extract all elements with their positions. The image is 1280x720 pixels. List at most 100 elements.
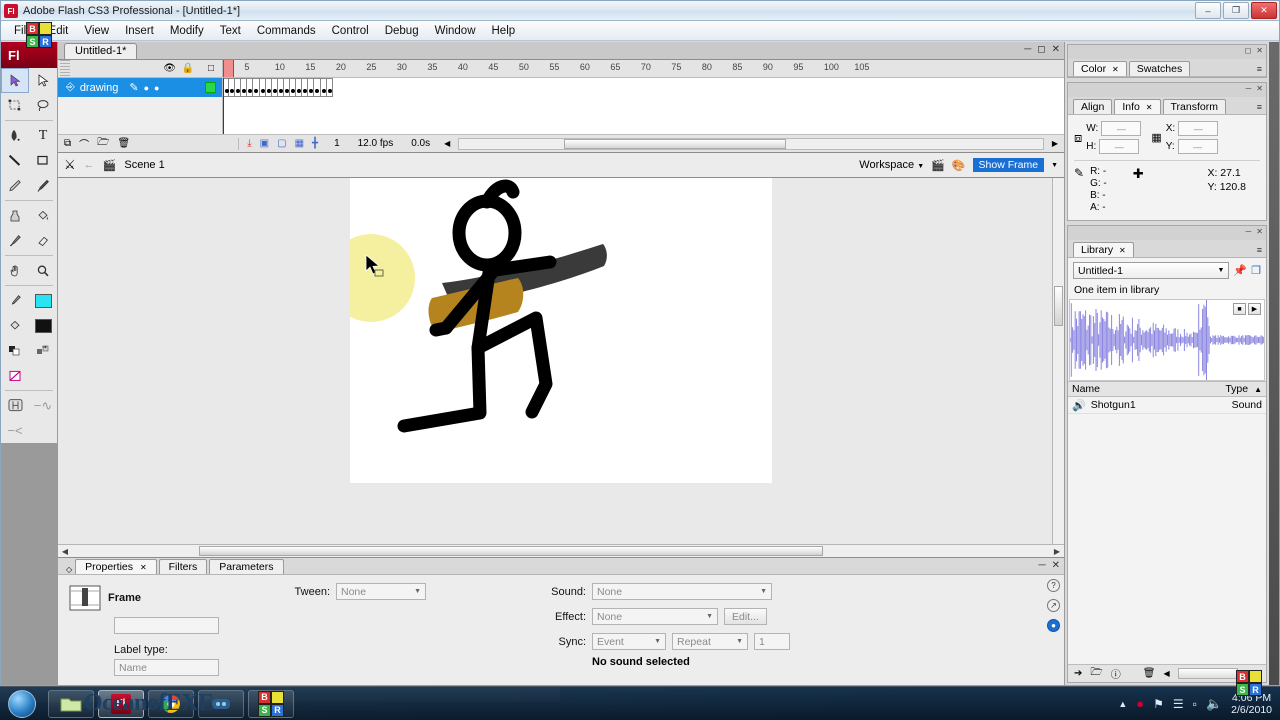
menu-view[interactable]: View	[77, 23, 116, 39]
playhead[interactable]	[223, 60, 234, 77]
timeline-scroll-right-arrow[interactable]: ▶	[1052, 139, 1058, 148]
library-horizontal-scrollbar[interactable]	[1177, 668, 1238, 679]
paint-bucket-tool[interactable]	[29, 203, 57, 228]
zoom-level-select[interactable]: Show Frame	[972, 158, 1045, 172]
pencil-tool[interactable]	[1, 173, 29, 198]
loop-count-input[interactable]: 1	[754, 633, 790, 650]
info-panel-minimize-icon[interactable]: ─	[1246, 84, 1252, 93]
outline-icon[interactable]: □	[208, 63, 214, 74]
lasso-tool[interactable]	[29, 93, 57, 118]
menu-help[interactable]: Help	[485, 23, 523, 39]
delete-icon[interactable]: 🗑	[1143, 668, 1156, 679]
title-bar[interactable]: Fl Adobe Flash CS3 Professional - [Untit…	[1, 1, 1279, 21]
accessibility-icon[interactable]: ●	[1047, 619, 1060, 632]
fps-indicator[interactable]: 12.0 fps	[358, 138, 394, 149]
width-value[interactable]: —	[1101, 121, 1142, 136]
stage-hscroll-right-arrow[interactable]: ▶	[1051, 546, 1063, 556]
sync-select[interactable]: Event ▼	[592, 633, 666, 650]
eyedropper-tool[interactable]	[1, 228, 29, 253]
properties-close-icon[interactable]: ✕	[1052, 560, 1060, 571]
lock-icon[interactable]: 🔒	[182, 63, 194, 74]
layer-outline-color[interactable]	[205, 82, 216, 93]
stage-area[interactable]	[58, 178, 1064, 544]
smooth-option[interactable]: −∿	[29, 393, 57, 418]
frame-grid[interactable]	[223, 78, 1064, 134]
edit-scene-icon[interactable]: ⚔	[64, 157, 76, 173]
network-icon[interactable]: ⚑	[1153, 697, 1164, 711]
edit-multiple-frames-icon[interactable]: ▦	[295, 138, 304, 149]
eraser-tool[interactable]	[29, 228, 57, 253]
layer-lock-dot[interactable]: ●	[154, 83, 159, 93]
timeline-minimize-icon[interactable]: ─	[1024, 44, 1031, 55]
info-panel-menu-icon[interactable]: ≡	[1257, 102, 1262, 112]
new-folder-icon[interactable]: 🗁	[1090, 665, 1102, 682]
document-tab[interactable]: Untitled-1*	[64, 43, 138, 59]
height-value[interactable]: —	[1099, 139, 1140, 154]
tab-parameters[interactable]: Parameters	[209, 559, 284, 574]
show-hidden-icons-icon[interactable]: ▲	[1118, 699, 1127, 709]
frame-name-input[interactable]	[114, 617, 219, 634]
tab-filters[interactable]: Filters	[158, 559, 208, 574]
line-tool[interactable]	[1, 148, 29, 173]
brush-tool[interactable]	[29, 173, 57, 198]
signal-icon[interactable]: ☰	[1173, 697, 1184, 711]
collapsed-panel-edge[interactable]	[1269, 42, 1279, 685]
tab-color[interactable]: Color ✕	[1073, 61, 1127, 76]
timeline-close-icon[interactable]: ✕	[1052, 44, 1060, 55]
menu-text[interactable]: Text	[213, 23, 248, 39]
library-close-icon[interactable]: ✕	[1256, 227, 1263, 236]
pin-library-icon[interactable]: 📌	[1233, 264, 1247, 277]
registration-grid-icon[interactable]: ▦	[1151, 131, 1161, 144]
edit-symbols-icon[interactable]: 🎨	[952, 159, 966, 172]
library-document-select[interactable]: Untitled-1 ▼	[1073, 262, 1230, 279]
tab-align[interactable]: Align	[1073, 99, 1113, 114]
minimize-button[interactable]: –	[1195, 2, 1221, 19]
stage-horizontal-scrollbar[interactable]: ◀ ▶	[58, 544, 1064, 557]
workspace-menu[interactable]: Workspace ▼	[859, 159, 924, 171]
bsr-overlay-tray[interactable]: B S R	[1236, 670, 1262, 696]
new-symbol-icon[interactable]: ➔	[1074, 668, 1082, 679]
layer-visibility-dot[interactable]: ●	[144, 83, 149, 93]
column-name[interactable]: Name	[1072, 383, 1100, 395]
effect-select[interactable]: None ▼	[592, 608, 718, 625]
fill-color-swatch[interactable]	[29, 288, 57, 313]
close-button[interactable]: ✕	[1251, 2, 1277, 19]
color-panel-minimize-icon[interactable]: ◻	[1245, 46, 1252, 55]
rectangle-tool[interactable]	[29, 148, 57, 173]
eye-icon[interactable]: 👁	[163, 63, 176, 74]
zoom-tool[interactable]	[29, 258, 57, 283]
properties-panel-gripper[interactable]: ◇	[66, 565, 72, 574]
stage-canvas[interactable]	[327, 178, 772, 483]
volume-icon[interactable]: 🔈	[1206, 696, 1222, 712]
play-preview-button[interactable]: ▶	[1248, 303, 1261, 315]
menu-insert[interactable]: Insert	[118, 23, 161, 39]
text-tool[interactable]: T	[29, 123, 57, 148]
menu-debug[interactable]: Debug	[378, 23, 426, 39]
timeline-maximize-icon[interactable]: ◻	[1037, 44, 1045, 55]
tab-properties[interactable]: Properties ✕	[75, 559, 157, 574]
keyframe[interactable]	[326, 78, 333, 97]
stroke-color-swatch[interactable]	[29, 313, 57, 338]
hand-tool[interactable]	[1, 258, 29, 283]
repeat-select[interactable]: Repeat ▼	[672, 633, 748, 650]
tween-select[interactable]: None ▼	[336, 583, 426, 600]
menu-modify[interactable]: Modify	[163, 23, 211, 39]
selection-tool[interactable]	[1, 68, 29, 93]
library-item-row[interactable]: 🔊 Shotgun1 Sound	[1068, 397, 1266, 414]
subselection-tool[interactable]	[29, 68, 57, 93]
color-panel-close-icon[interactable]: ✕	[1256, 46, 1263, 55]
onion-skin-icon[interactable]: ▣	[260, 138, 269, 149]
properties-minimize-icon[interactable]: ─	[1039, 560, 1046, 571]
properties-icon[interactable]: ⓘ	[1111, 666, 1121, 681]
stroke-color-picker[interactable]	[1, 288, 29, 313]
snap-to-objects-button[interactable]	[1, 393, 29, 418]
tab-transform[interactable]: Transform	[1162, 99, 1226, 114]
library-minimize-icon[interactable]: ─	[1246, 227, 1252, 236]
menu-commands[interactable]: Commands	[250, 23, 323, 39]
info-panel-close-icon[interactable]: ✕	[1256, 84, 1263, 93]
taskbar-bsr[interactable]: B S R	[248, 689, 294, 718]
scene-label[interactable]: Scene 1	[124, 159, 164, 171]
straighten-option[interactable]: −<	[1, 418, 29, 443]
zoom-chevron-down-icon[interactable]: ▼	[1051, 162, 1058, 169]
bsr-overlay-top[interactable]: B S R	[26, 22, 52, 48]
